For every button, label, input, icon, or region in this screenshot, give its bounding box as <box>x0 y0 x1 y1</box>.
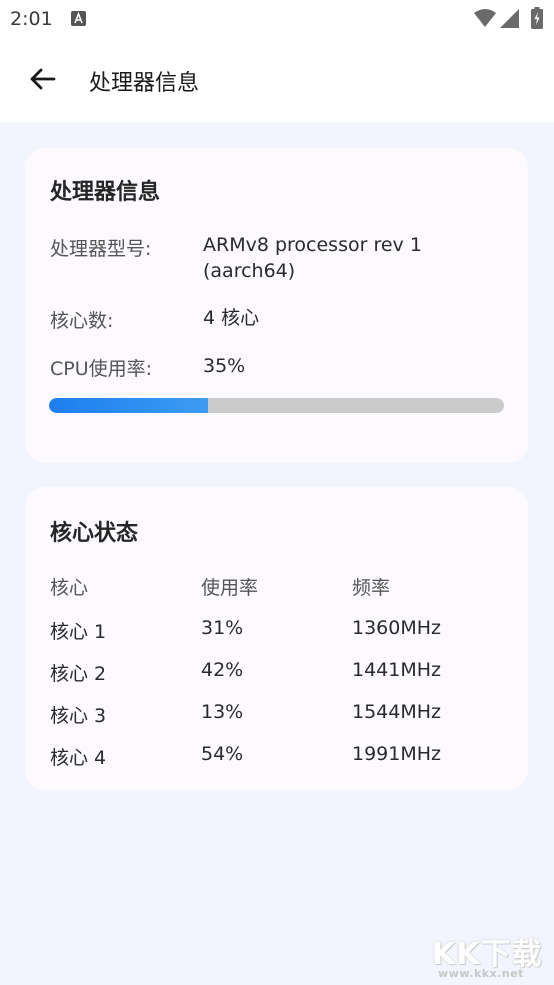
cpu-usage-progress-bar <box>49 398 504 413</box>
table-header-row: 核心 使用率 频率 <box>50 573 505 617</box>
status-time: 2:01 <box>10 8 53 30</box>
core-name: 核心 1 <box>50 621 107 643</box>
model-label: 处理器型号: <box>50 238 152 260</box>
cpu-usage-progress-fill <box>49 398 209 413</box>
cores-label: 核心数: <box>50 310 114 332</box>
core-name: 核心 3 <box>50 705 107 727</box>
usage-label: CPU使用率: <box>50 358 153 380</box>
core-usage: 31% <box>201 617 244 639</box>
cores-value: 4 核心 <box>203 307 260 329</box>
back-arrow-icon[interactable] <box>28 64 58 94</box>
screen: 2:01 处理器信息 处理器信息 处理器型号: ARMv8 processor … <box>0 0 554 985</box>
core-status-card: 核心状态 核心 使用率 频率 核心 1 31% 1360MHz 核心 2 42%… <box>25 487 528 790</box>
processor-info-card: 处理器信息 处理器型号: ARMv8 processor rev 1 (aarc… <box>25 148 528 463</box>
header-frequency: 频率 <box>352 577 391 599</box>
core-name: 核心 2 <box>50 663 107 685</box>
core-frequency: 1991MHz <box>352 743 442 765</box>
core-frequency: 1441MHz <box>352 659 442 681</box>
notification-a-icon <box>71 11 86 26</box>
watermark-url: www.kkx.net <box>438 967 524 980</box>
core-frequency: 1360MHz <box>352 617 442 639</box>
model-value: ARMv8 processor rev 1 (aarch64) <box>203 234 422 282</box>
core-name: 核心 4 <box>50 747 107 769</box>
wifi-icon <box>474 9 496 27</box>
core-usage: 54% <box>201 743 244 765</box>
header-usage: 使用率 <box>201 577 259 599</box>
header-core: 核心 <box>50 577 89 599</box>
signal-icon <box>500 9 519 28</box>
processor-card-title: 处理器信息 <box>50 180 161 205</box>
core-frequency: 1544MHz <box>352 701 442 723</box>
table-row: 核心 2 42% 1441MHz <box>50 659 505 701</box>
battery-charging-icon <box>531 7 543 29</box>
app-bar: 处理器信息 <box>0 38 554 122</box>
table-row: 核心 3 13% 1544MHz <box>50 701 505 743</box>
core-usage: 13% <box>201 701 244 723</box>
core-status-title: 核心状态 <box>50 521 139 546</box>
usage-value: 35% <box>203 355 246 377</box>
status-bar: 2:01 <box>0 0 554 38</box>
page-title: 处理器信息 <box>89 71 200 96</box>
table-row: 核心 4 54% 1991MHz <box>50 743 505 785</box>
watermark: KK下载 www.kkx.net <box>432 929 554 985</box>
core-status-table: 核心 使用率 频率 核心 1 31% 1360MHz 核心 2 42% 1441… <box>50 573 505 785</box>
core-usage: 42% <box>201 659 244 681</box>
table-row: 核心 1 31% 1360MHz <box>50 617 505 659</box>
